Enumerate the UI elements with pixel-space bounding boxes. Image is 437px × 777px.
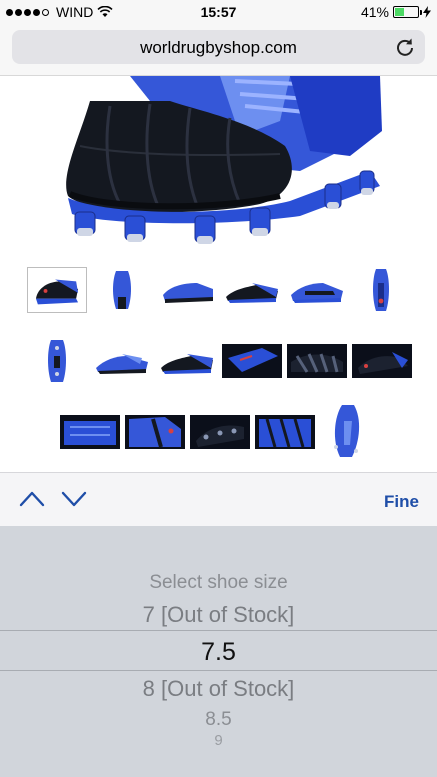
thumbnail-image[interactable]	[157, 338, 217, 384]
done-button[interactable]: Fine	[384, 492, 419, 512]
battery-status: 41%	[361, 4, 431, 20]
previous-field-icon[interactable]	[18, 487, 46, 511]
thumbnail-image[interactable]	[352, 267, 412, 313]
thumbnail-image[interactable]	[125, 409, 185, 455]
thumbnail-image[interactable]	[222, 267, 282, 313]
thumbnail-image[interactable]	[92, 267, 152, 313]
reload-icon[interactable]	[395, 37, 415, 57]
thumbnail-image[interactable]	[190, 409, 250, 455]
picker-option[interactable]: 8.5	[0, 709, 437, 731]
size-picker[interactable]: Select shoe size 7 [Out of Stock] 7.5 8 …	[0, 526, 437, 777]
thumbnail-image[interactable]	[27, 267, 87, 313]
picker-option[interactable]: 9	[0, 732, 437, 746]
thumbnail-image[interactable]	[287, 338, 347, 384]
thumbnail-image[interactable]	[60, 409, 120, 455]
product-gallery	[0, 76, 437, 472]
status-bar: WIND 15:57 41%	[0, 0, 437, 24]
picker-option-selected[interactable]: 7.5	[0, 638, 437, 667]
picker-selection-bottom-line	[0, 670, 437, 671]
battery-icon	[393, 6, 422, 18]
address-bar[interactable]: worldrugbyshop.com	[12, 30, 425, 64]
url-text[interactable]: worldrugbyshop.com	[12, 38, 425, 58]
thumbnail-image[interactable]	[320, 401, 380, 457]
picker-toolbar: Fine	[0, 472, 437, 526]
product-main-image[interactable]	[50, 76, 390, 254]
charging-bolt-icon	[423, 6, 431, 18]
picker-option-title[interactable]: Select shoe size	[0, 572, 437, 594]
thumbnail-image[interactable]	[157, 267, 217, 313]
thumbnail-image[interactable]	[287, 267, 347, 313]
next-field-icon[interactable]	[60, 487, 88, 511]
browser-address-area: worldrugbyshop.com	[0, 24, 437, 76]
picker-option[interactable]: 8 [Out of Stock]	[0, 676, 437, 702]
thumbnail-image[interactable]	[352, 338, 412, 384]
thumbnail-image[interactable]	[27, 338, 87, 384]
thumbnail-image[interactable]	[255, 409, 315, 455]
thumbnail-image[interactable]	[222, 338, 282, 384]
thumbnail-image[interactable]	[92, 338, 152, 384]
battery-percent: 41%	[360, 4, 389, 20]
picker-option[interactable]: 7 [Out of Stock]	[0, 602, 437, 628]
picker-selection-top-line	[0, 630, 437, 631]
